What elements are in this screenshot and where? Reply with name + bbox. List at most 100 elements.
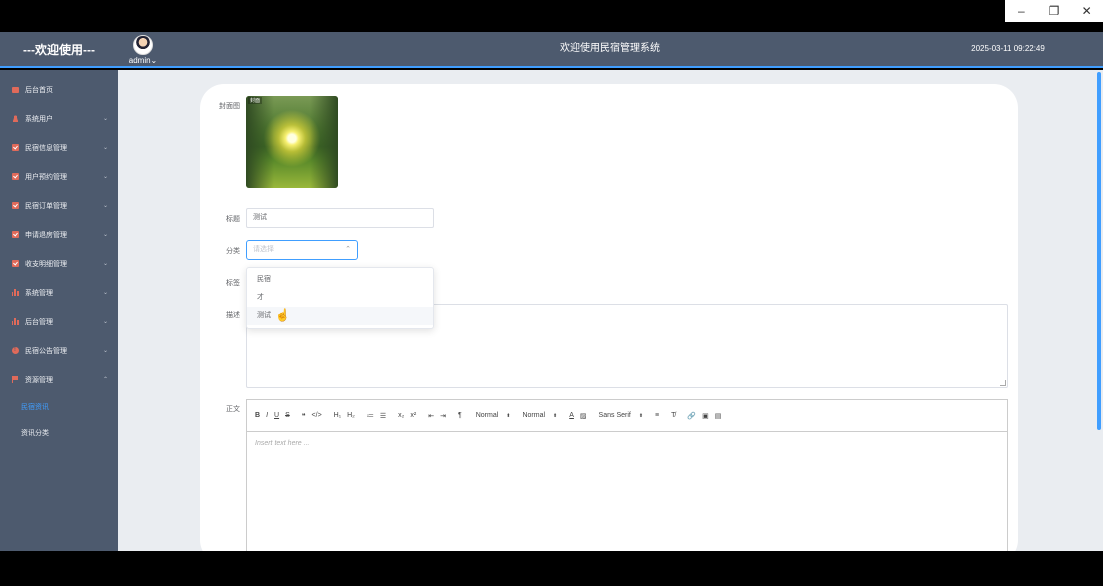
sidebar-item-notices[interactable]: ! 民宿公告管理 ⌄	[0, 336, 118, 365]
size-select-value: Normal	[475, 412, 499, 419]
updown-icon: ⬍	[638, 413, 644, 419]
sidebar-item-label: 资源管理	[25, 376, 53, 384]
avatar[interactable]	[133, 35, 153, 55]
indent-icon[interactable]: ⇥	[440, 412, 446, 420]
editor-body[interactable]: Insert text here ...	[247, 432, 1007, 455]
system-title: 欢迎使用民宿管理系统	[560, 43, 660, 54]
align-icon[interactable]: ≡	[655, 412, 659, 419]
top-header: ---欢迎使用--- admin⌄ 欢迎使用民宿管理系统 2025-03-11 …	[0, 32, 1103, 68]
resize-handle[interactable]	[1000, 380, 1006, 386]
sidebar-item-label: 用户预约管理	[25, 173, 67, 181]
sidebar-item-label: 后台首页	[25, 86, 53, 94]
sidebar-item-label: 民宿订单管理	[25, 202, 67, 210]
sidebar-item-admin[interactable]: 后台管理 ⌄	[0, 307, 118, 336]
chevron-up-icon: ⌃	[345, 246, 351, 253]
flag-icon	[11, 376, 19, 384]
message-icon	[11, 86, 19, 94]
heading1-icon[interactable]: H₁	[334, 412, 341, 419]
person-icon	[11, 115, 19, 123]
sidebar-item-label: 系统管理	[25, 289, 53, 297]
window-controls: – ❐ ✕	[1005, 0, 1103, 22]
sidebar-item-finance[interactable]: 收支明细管理 ⌄	[0, 249, 118, 278]
main-content: 封面图 封面 标题 测试 分类 请选择 ⌃ 标签 描述 民宿 才 测试 ☝ 正文	[118, 70, 1103, 551]
font-color-icon[interactable]: A	[569, 412, 574, 419]
sidebar-subitem-news-category[interactable]: 资讯分类	[0, 420, 118, 446]
chevron-down-icon: ⌄	[102, 290, 108, 296]
check-icon	[11, 260, 19, 268]
close-icon[interactable]: ✕	[1070, 0, 1103, 22]
font-select[interactable]: Sans Serif ⬍	[599, 412, 644, 419]
title-label: 标题	[226, 216, 240, 223]
sidebar-item-label: 后台管理	[25, 318, 53, 326]
video-icon[interactable]: ▤	[715, 412, 722, 420]
sidebar-item-homestay-info[interactable]: 民宿信息管理 ⌄	[0, 133, 118, 162]
chevron-down-icon: ⌄	[102, 348, 108, 354]
sidebar-item-orders[interactable]: 民宿订单管理 ⌄	[0, 191, 118, 220]
main-scrollbar[interactable]	[1097, 72, 1101, 430]
updown-icon: ⬍	[506, 413, 511, 419]
check-icon	[11, 173, 19, 181]
info-icon: !	[11, 347, 19, 355]
category-placeholder: 请选择	[253, 246, 274, 253]
restore-icon[interactable]: ❐	[1038, 0, 1071, 22]
check-icon	[11, 144, 19, 152]
title-input[interactable]: 测试	[246, 208, 434, 228]
link-icon[interactable]: 🔗	[687, 412, 696, 420]
chart-icon	[11, 289, 19, 297]
code-icon[interactable]: </>	[312, 412, 322, 419]
username-label[interactable]: admin⌄	[128, 56, 158, 65]
sidebar-item-label: 申请退房管理	[25, 231, 67, 239]
italic-icon[interactable]: I	[266, 412, 268, 419]
datetime-display: 2025-03-11 09:22:49	[971, 44, 1045, 53]
sidebar-item-checkout[interactable]: 申请退房管理 ⌄	[0, 220, 118, 249]
sidebar-subitem-news[interactable]: 民宿资讯	[0, 394, 118, 420]
chart-icon	[11, 318, 19, 326]
form-card: 封面图 封面 标题 测试 分类 请选择 ⌃ 标签 描述 民宿 才 测试 ☝ 正文	[200, 84, 1018, 551]
brand-title: ---欢迎使用---	[23, 42, 95, 57]
blockquote-icon[interactable]: ❝	[302, 412, 306, 420]
ordered-list-icon[interactable]: ≔	[367, 412, 374, 420]
sidebar-item-label: 收支明细管理	[25, 260, 67, 268]
clear-format-icon[interactable]: T̸	[671, 412, 675, 419]
hand-pointer-icon: ☝	[275, 308, 290, 322]
text-direction-icon[interactable]: ¶	[458, 412, 462, 419]
header-select-value: Normal	[522, 412, 546, 419]
sidebar-item-reservations[interactable]: 用户预约管理 ⌄	[0, 162, 118, 191]
cover-badge: 封面	[248, 97, 263, 104]
description-label: 描述	[226, 312, 240, 319]
category-select[interactable]: 请选择 ⌃	[246, 240, 358, 260]
category-option[interactable]: 才	[247, 289, 433, 307]
heading2-icon[interactable]: H₂	[347, 412, 355, 419]
minimize-icon[interactable]: –	[1005, 0, 1038, 22]
subscript-icon[interactable]: x₂	[398, 412, 404, 419]
sidebar-item-users[interactable]: 系统用户 ⌄	[0, 104, 118, 133]
background-color-icon[interactable]: ▨	[580, 412, 587, 420]
chevron-down-icon: ⌄	[102, 145, 108, 151]
cover-label: 封面图	[219, 103, 240, 110]
category-option[interactable]: 民宿	[247, 271, 433, 289]
updown-icon: ⬍	[553, 413, 558, 419]
sidebar-item-system[interactable]: 系统管理 ⌄	[0, 278, 118, 307]
sidebar-item-home[interactable]: 后台首页	[0, 75, 118, 104]
bold-icon[interactable]: B	[255, 412, 260, 419]
header-select[interactable]: Normal ⬍	[522, 412, 557, 419]
chevron-down-icon: ⌄	[102, 116, 108, 122]
cover-image[interactable]: 封面	[246, 96, 338, 188]
size-select[interactable]: Normal ⬍	[476, 412, 511, 419]
bottom-bar	[0, 551, 1103, 586]
chevron-down-icon: ⌄	[102, 261, 108, 267]
user-menu[interactable]: admin⌄	[128, 35, 158, 65]
image-icon[interactable]: ▣	[702, 412, 709, 420]
check-icon	[11, 231, 19, 239]
superscript-icon[interactable]: x²	[410, 412, 416, 419]
font-select-value: Sans Serif	[598, 412, 631, 419]
outdent-icon[interactable]: ⇤	[428, 412, 434, 420]
sidebar-item-label: 系统用户	[25, 115, 53, 123]
sidebar-item-resources[interactable]: 资源管理 ⌃	[0, 365, 118, 394]
strike-icon[interactable]: S	[285, 412, 290, 419]
sidebar-item-label: 民宿信息管理	[25, 144, 67, 152]
chevron-down-icon: ⌄	[102, 232, 108, 238]
window-titlebar: – ❐ ✕	[0, 0, 1103, 32]
underline-icon[interactable]: U	[274, 412, 279, 419]
bullet-list-icon[interactable]: ☰	[380, 412, 386, 420]
